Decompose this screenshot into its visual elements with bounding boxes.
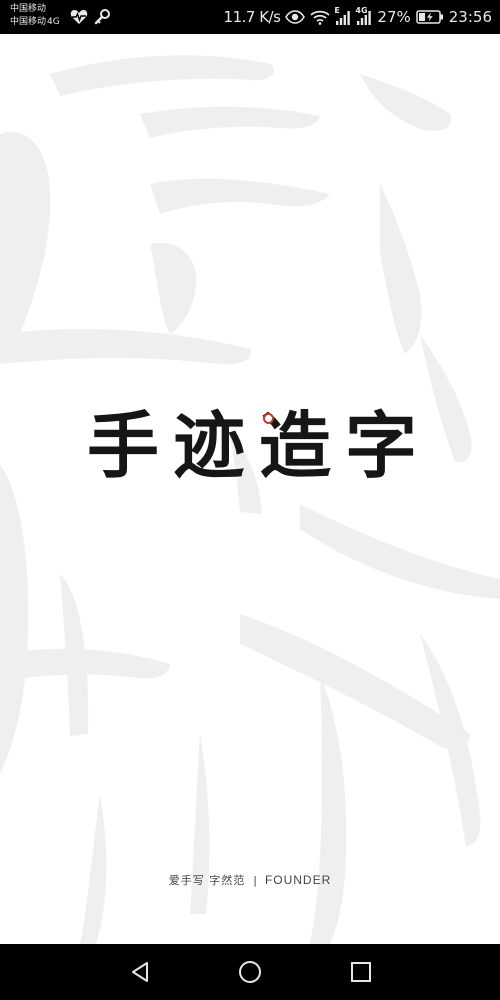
slogan: 爱手写 字然范 — [168, 874, 246, 887]
system-status: 11.7 K/s E 4G 27% 23:56 — [224, 6, 492, 28]
logo-accent-dot — [263, 413, 274, 424]
signal-2: 4G — [355, 5, 372, 25]
carrier-2-line: 中国移动4G — [10, 16, 60, 29]
recents-button[interactable] — [347, 958, 375, 986]
net-speed: 11.7 K/s — [223, 8, 281, 26]
signal-1-type: E — [334, 5, 340, 15]
logo-char: 迹 — [172, 403, 245, 488]
battery-percent: 27% — [377, 8, 411, 26]
battery-charging-icon — [416, 10, 444, 24]
recents-icon — [351, 962, 371, 982]
status-bar: 中国移动 中国移动4G 11.7 K/s E 4G 27% 23:56 — [0, 0, 500, 34]
carrier-info: 中国移动 中国移动4G — [10, 3, 60, 29]
clock: 23:56 — [448, 8, 492, 26]
back-button[interactable] — [126, 958, 154, 986]
notification-icons — [70, 8, 110, 26]
key-icon — [94, 9, 110, 25]
carrier-2-net: 4G — [47, 17, 60, 27]
separator: | — [253, 874, 257, 887]
home-button[interactable] — [236, 958, 264, 986]
brand-name: FOUNDER — [264, 873, 332, 887]
splash-screen[interactable]: 手迹造字 爱手写 字然范 | FOUNDER — [0, 34, 500, 944]
eye-icon — [285, 10, 306, 24]
wifi-icon — [310, 10, 331, 25]
health-heart-icon — [70, 9, 88, 25]
navigation-bar — [0, 944, 500, 1000]
carrier-2: 中国移动 — [10, 17, 47, 27]
logo-char: 手 — [86, 403, 159, 488]
logo-char: 字 — [344, 403, 417, 488]
signal-1: E — [334, 5, 351, 25]
carrier-1: 中国移动 — [10, 4, 47, 14]
logo-char: 造 — [258, 403, 331, 488]
app-logo: 手迹造字 — [80, 396, 430, 496]
home-icon — [239, 961, 261, 983]
back-icon — [132, 962, 148, 982]
signal-2-type: 4G — [355, 5, 368, 15]
brand-footer: 爱手写 字然范 | FOUNDER — [0, 872, 500, 888]
